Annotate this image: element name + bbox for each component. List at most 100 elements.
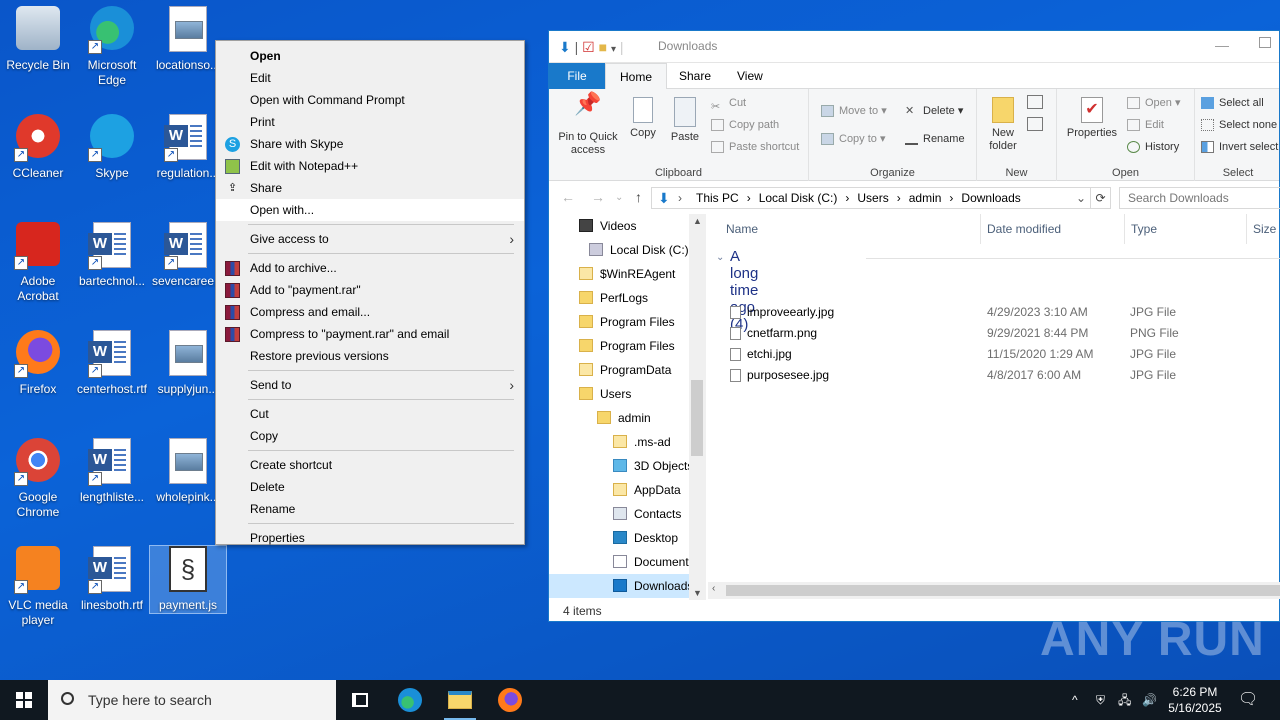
invert-selection-button[interactable]: Invert select (1199, 137, 1278, 157)
scrollbar-thumb[interactable] (691, 380, 703, 456)
address-chevron-icon[interactable]: › (678, 188, 682, 208)
recent-locations-icon[interactable]: ⌄ (615, 192, 623, 203)
maximize-button[interactable] (1259, 37, 1271, 48)
copy-button[interactable]: Copy (623, 97, 663, 140)
desktop-icon[interactable]: W ↗ lengthliste... (74, 438, 150, 505)
context-menu-item[interactable]: Copy (216, 425, 524, 447)
tab-home[interactable]: Home (605, 63, 668, 89)
breadcrumb-separator-icon[interactable]: › (845, 191, 849, 205)
context-menu-item[interactable]: Delete (216, 476, 524, 498)
desktop-icon[interactable]: § payment.js (149, 545, 227, 614)
file-row[interactable]: cnetfarm.png 9/29/2021 8:44 PM PNG File (708, 323, 1280, 344)
volume-icon[interactable]: 🔊 (1142, 680, 1157, 720)
move-to-button[interactable]: Move to ▾ (819, 101, 887, 121)
nav-tree-item[interactable]: admin (549, 406, 706, 430)
context-menu-item[interactable]: Rename (216, 498, 524, 520)
file-row[interactable]: etchi.jpg 11/15/2020 1:29 AM JPG File (708, 344, 1280, 365)
context-menu-item[interactable]: Open with Command Prompt (216, 89, 524, 111)
taskbar-search-box[interactable]: Type here to search (48, 680, 336, 720)
minimize-button[interactable]: — (1215, 37, 1229, 53)
edit-button[interactable]: Edit (1125, 115, 1164, 135)
nav-tree-item[interactable]: PerfLogs (549, 286, 706, 310)
context-menu-item[interactable]: Cut (216, 403, 524, 425)
nav-tree-item[interactable]: AppData (549, 478, 706, 502)
scroll-up-icon[interactable]: ▲ (693, 216, 702, 226)
context-menu-item[interactable]: Create shortcut (216, 454, 524, 476)
copy-to-button[interactable]: Copy to ▾ (819, 129, 886, 149)
context-menu-item[interactable]: Print (216, 111, 524, 133)
column-size[interactable]: Size (1247, 214, 1280, 244)
breadcrumb-item[interactable]: Users (857, 191, 888, 205)
context-menu-item[interactable]: Add to archive... (216, 257, 524, 279)
breadcrumb-separator-icon[interactable]: › (747, 191, 751, 205)
horizontal-scrollbar[interactable]: ‹ (708, 582, 1280, 599)
breadcrumb-separator-icon[interactable]: › (897, 191, 901, 205)
column-date-modified[interactable]: Date modified (981, 214, 1125, 244)
context-menu-item[interactable]: Open with... (216, 199, 524, 221)
security-icon[interactable]: ⛨ (1096, 680, 1105, 720)
easy-access-icon[interactable] (1027, 117, 1043, 131)
navigation-scrollbar[interactable]: ▲ ▼ (689, 214, 706, 600)
scroll-down-icon[interactable]: ▼ (693, 588, 702, 598)
cut-button[interactable]: ✂ Cut (709, 93, 746, 113)
up-arrow-icon[interactable]: ↑ (635, 189, 642, 205)
desktop-icon[interactable]: ↗ Adobe Acrobat (0, 222, 76, 304)
nav-tree-item[interactable]: .ms-ad (549, 430, 706, 454)
desktop-icon[interactable]: W ↗ linesboth.rtf (74, 546, 150, 613)
address-dropdown-icon[interactable]: ⌄ (1076, 188, 1086, 208)
new-folder-button[interactable]: New folder (979, 97, 1027, 153)
nav-tree-item[interactable]: Program Files (549, 334, 706, 358)
tab-view[interactable]: View (723, 63, 777, 89)
nav-tree-item[interactable]: Local Disk (C:) (549, 238, 706, 262)
back-arrow-icon[interactable]: ← (561, 189, 575, 205)
nav-tree-item[interactable]: Videos (549, 214, 706, 238)
nav-tree-item[interactable]: $WinREAgent (549, 262, 706, 286)
desktop-icon[interactable]: ↗ CCleaner (0, 114, 76, 181)
forward-arrow-icon[interactable]: → (591, 189, 605, 205)
nav-tree-item[interactable]: Downloads (549, 574, 706, 598)
nav-tree-item[interactable]: Users (549, 382, 706, 406)
desktop-icon[interactable]: ↗ VLC media player (0, 546, 76, 628)
desktop-icon[interactable]: ↗ Skype (74, 114, 150, 181)
breadcrumb-item[interactable]: This PC (696, 191, 739, 205)
nav-tree-item[interactable]: Program Files (549, 310, 706, 334)
tab-share[interactable]: Share (665, 63, 725, 89)
network-icon[interactable]: 🖧 (1118, 680, 1131, 720)
select-none-button[interactable]: Select none (1199, 115, 1277, 135)
paste-button[interactable]: Paste (665, 97, 705, 144)
quick-access-toolbar-icon[interactable]: ⬇ | ☑ ■ ▾ | (559, 39, 624, 56)
context-menu-item[interactable]: Send to › (216, 374, 524, 396)
desktop-icon[interactable]: ↗ Google Chrome (0, 438, 76, 520)
taskbar-clock[interactable]: 6:26 PM 5/16/2025 (1160, 684, 1230, 716)
context-menu-item[interactable]: Edit with Notepad++ (216, 155, 524, 177)
copy-path-button[interactable]: Copy path (709, 115, 779, 135)
nav-tree-item[interactable]: Desktop (549, 526, 706, 550)
context-menu-item[interactable]: ⇪ Share (216, 177, 524, 199)
desktop-icon[interactable]: ↗ Firefox (0, 330, 76, 397)
taskbar-file-explorer[interactable] (436, 680, 484, 720)
nav-tree-item[interactable]: 3D Objects (549, 454, 706, 478)
desktop-icon[interactable]: ↗ Microsoft Edge (74, 6, 150, 88)
paste-shortcut-button[interactable]: Paste shortcut (709, 137, 799, 157)
column-name[interactable]: Name (708, 214, 981, 244)
context-menu-item[interactable]: Edit (216, 67, 524, 89)
new-item-icon[interactable] (1027, 95, 1043, 109)
breadcrumb-item[interactable]: Downloads (961, 191, 1020, 205)
scroll-left-icon[interactable]: ‹ (712, 583, 715, 594)
search-input[interactable]: Search Downloads (1119, 187, 1280, 209)
refresh-button[interactable]: ⟳ (1091, 187, 1111, 209)
notifications-icon[interactable]: 🗨 (1238, 680, 1258, 720)
tab-file[interactable]: File (549, 63, 605, 89)
select-all-button[interactable]: Select all (1199, 93, 1264, 113)
context-menu-item[interactable]: Compress to "payment.rar" and email (216, 323, 524, 345)
file-row[interactable]: purposesee.jpg 4/8/2017 6:00 AM JPG File (708, 365, 1280, 386)
taskbar-firefox[interactable] (486, 680, 534, 720)
delete-button[interactable]: ✕ Delete ▾ (903, 101, 963, 121)
start-button[interactable] (0, 680, 48, 720)
open-button[interactable]: Open ▾ (1125, 93, 1181, 113)
context-menu-item[interactable]: Properties (216, 527, 524, 549)
history-button[interactable]: History (1125, 137, 1179, 157)
column-type[interactable]: Type (1125, 214, 1247, 244)
breadcrumb-item[interactable]: admin (909, 191, 942, 205)
taskbar-edge[interactable] (386, 680, 434, 720)
